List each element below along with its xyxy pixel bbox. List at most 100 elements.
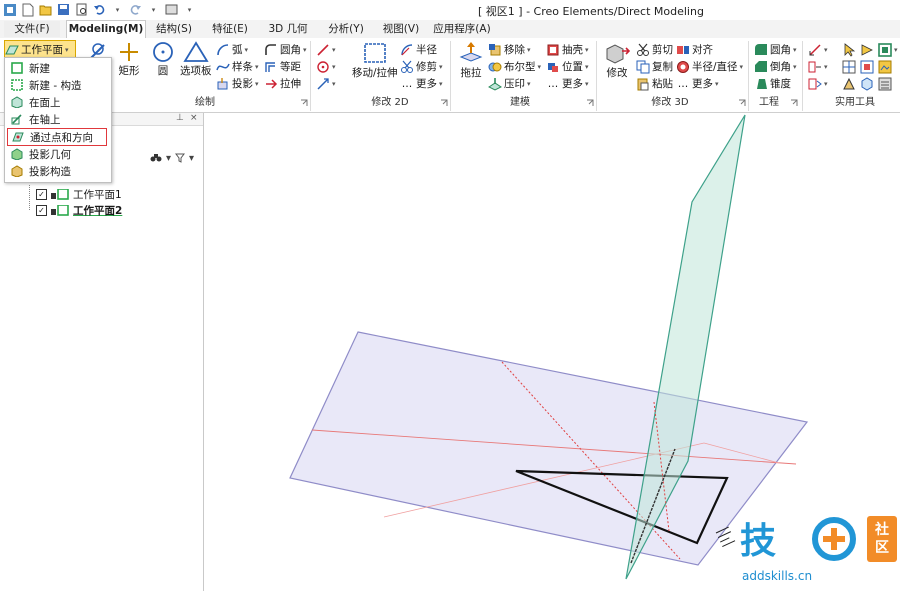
- menu-item-on-face[interactable]: 在面上: [5, 94, 117, 110]
- tab-feature[interactable]: 特征(E): [204, 21, 256, 37]
- redo-icon[interactable]: [128, 2, 143, 17]
- move-stretch-button[interactable]: 移动/拉伸: [352, 41, 398, 80]
- undo-icon[interactable]: [92, 2, 107, 17]
- align-button[interactable]: 对齐: [676, 42, 713, 57]
- tool-button-3[interactable]: [842, 76, 856, 91]
- tree-item-workplane2[interactable]: ✓ 工作平面2: [36, 203, 122, 217]
- more-3d-button[interactable]: … 更多 ▾: [676, 76, 719, 91]
- remove-button[interactable]: 移除 ▾: [488, 42, 531, 57]
- open-folder-icon[interactable]: [38, 2, 53, 17]
- on-axis-icon: [11, 114, 22, 125]
- spline-button[interactable]: 样条 ▾: [216, 59, 259, 74]
- boolean-button[interactable]: 布尔型 ▾: [488, 59, 541, 74]
- save-icon[interactable]: [56, 2, 71, 17]
- tab-applications[interactable]: 应用程序(A): [430, 21, 494, 37]
- menu-item-on-axis[interactable]: 在轴上: [5, 111, 117, 127]
- tool-button-6[interactable]: [860, 76, 874, 91]
- radius-diameter-button[interactable]: 半径/直径 ▾: [676, 59, 743, 74]
- dialog-launcher-icon[interactable]: [790, 99, 798, 107]
- shell-button[interactable]: 抽壳 ▾: [546, 42, 589, 57]
- spline-label: 样条: [232, 61, 253, 73]
- relation-button[interactable]: ▾: [808, 59, 828, 74]
- workplane1-plane[interactable]: [289, 331, 809, 566]
- paste-button[interactable]: 粘贴: [636, 76, 673, 91]
- redo-dropdown-icon[interactable]: ▾: [146, 2, 161, 17]
- pull-button[interactable]: 拖拉: [458, 41, 484, 80]
- undo-dropdown-icon[interactable]: ▾: [110, 2, 125, 17]
- workplane-icon: [51, 188, 69, 200]
- tab-3d-geometry[interactable]: 3D 几何: [260, 21, 316, 37]
- chevron-down-icon[interactable]: ▾: [189, 153, 194, 166]
- more-modeling-button[interactable]: … 更多 ▾: [546, 76, 589, 91]
- copy-icon: [636, 60, 650, 73]
- tab-analysis[interactable]: 分析(Y): [320, 21, 372, 37]
- tab-structure[interactable]: 结构(S): [148, 21, 200, 37]
- chamfer-button[interactable]: 倒角 ▾: [754, 59, 797, 74]
- pin-icon[interactable]: ⊥: [176, 113, 184, 123]
- arc-button[interactable]: 弧 ▾: [216, 42, 248, 57]
- print-preview-icon[interactable]: [74, 2, 89, 17]
- scale-button[interactable]: ▾: [316, 76, 336, 91]
- trim-button[interactable]: 修剪 ▾: [400, 59, 443, 74]
- more-2d-button[interactable]: … 更多 ▾: [400, 76, 443, 91]
- cut-button[interactable]: 剪切: [636, 42, 673, 57]
- menu-item-project-construction[interactable]: 投影构造: [5, 163, 117, 179]
- modify-icon: [606, 44, 630, 64]
- modify-button[interactable]: 修改: [604, 41, 630, 80]
- tab-view[interactable]: 视图(V): [376, 21, 426, 37]
- group-label-engineering: 工程: [759, 97, 779, 108]
- close-icon[interactable]: ×: [190, 113, 198, 123]
- point-button[interactable]: ▾: [316, 59, 336, 74]
- move-stretch-label: 移动/拉伸: [352, 67, 398, 79]
- dialog-launcher-icon[interactable]: [738, 99, 746, 107]
- palette-button[interactable]: 选项板: [180, 41, 212, 78]
- customize-icon[interactable]: [164, 2, 179, 17]
- section-button[interactable]: ▾: [808, 76, 828, 91]
- visibility-checkbox[interactable]: ✓: [36, 188, 47, 200]
- measure-button[interactable]: ▾: [808, 42, 828, 57]
- dialog-launcher-icon[interactable]: [300, 99, 308, 107]
- fillet-3d-button[interactable]: 圆角 ▾: [754, 42, 797, 57]
- qat-menu-icon[interactable]: ▾: [182, 2, 197, 17]
- fillet-2d-button[interactable]: 圆角 ▾: [264, 42, 307, 57]
- radius-2d-button[interactable]: 半径: [400, 42, 437, 57]
- tool-button-4[interactable]: [860, 42, 874, 57]
- copy-button[interactable]: 复制: [636, 59, 673, 74]
- trim-line-button[interactable]: ▾: [316, 42, 336, 57]
- equidistant-button[interactable]: 等距: [264, 59, 301, 74]
- project-button[interactable]: 投影 ▾: [216, 76, 259, 91]
- chevron-down-icon[interactable]: ▾: [166, 153, 171, 166]
- dialog-launcher-icon[interactable]: [586, 99, 594, 107]
- app-icon[interactable]: [2, 2, 17, 17]
- measure-icon: [809, 43, 821, 56]
- visibility-checkbox[interactable]: ✓: [36, 204, 47, 216]
- fillet-3d-label: 圆角: [770, 44, 791, 56]
- new-file-icon[interactable]: [20, 2, 35, 17]
- menu-item-label: 投影构造: [29, 165, 71, 178]
- menu-item-new-construction[interactable]: 新建 - 构造: [5, 77, 117, 93]
- search-icon[interactable]: [150, 153, 162, 166]
- watermark-url: addskills.cn: [742, 569, 813, 583]
- circle-button[interactable]: 圆: [151, 41, 175, 78]
- menu-item-new[interactable]: 新建: [5, 60, 117, 76]
- menu-item-project-geometry[interactable]: 投影几何: [5, 146, 117, 162]
- tool-button-8[interactable]: [878, 59, 892, 74]
- tab-file[interactable]: 文件(F): [4, 21, 60, 37]
- taper-button[interactable]: 锥度: [754, 76, 791, 91]
- select-button[interactable]: [842, 42, 856, 57]
- imprint-button[interactable]: 压印 ▾: [488, 76, 531, 91]
- tree-item-workplane1[interactable]: ✓ 工作平面1: [36, 187, 122, 201]
- menu-item-point-direction[interactable]: 通过点和方向: [7, 128, 107, 146]
- tool-button-7[interactable]: ▾: [878, 42, 898, 57]
- tool-button-2[interactable]: [842, 59, 856, 74]
- rectangle-button[interactable]: 矩形: [118, 41, 140, 78]
- group-separator: [748, 41, 749, 111]
- stretch-2d-button[interactable]: 拉伸: [264, 76, 301, 91]
- group-separator: [596, 41, 597, 111]
- position-button[interactable]: 位置 ▾: [546, 59, 589, 74]
- filter-icon[interactable]: [175, 153, 186, 166]
- calculator-button[interactable]: [878, 76, 892, 91]
- dialog-launcher-icon[interactable]: [440, 99, 448, 107]
- tab-modeling[interactable]: Modeling(M): [66, 20, 146, 39]
- tool-button-5[interactable]: [860, 59, 874, 74]
